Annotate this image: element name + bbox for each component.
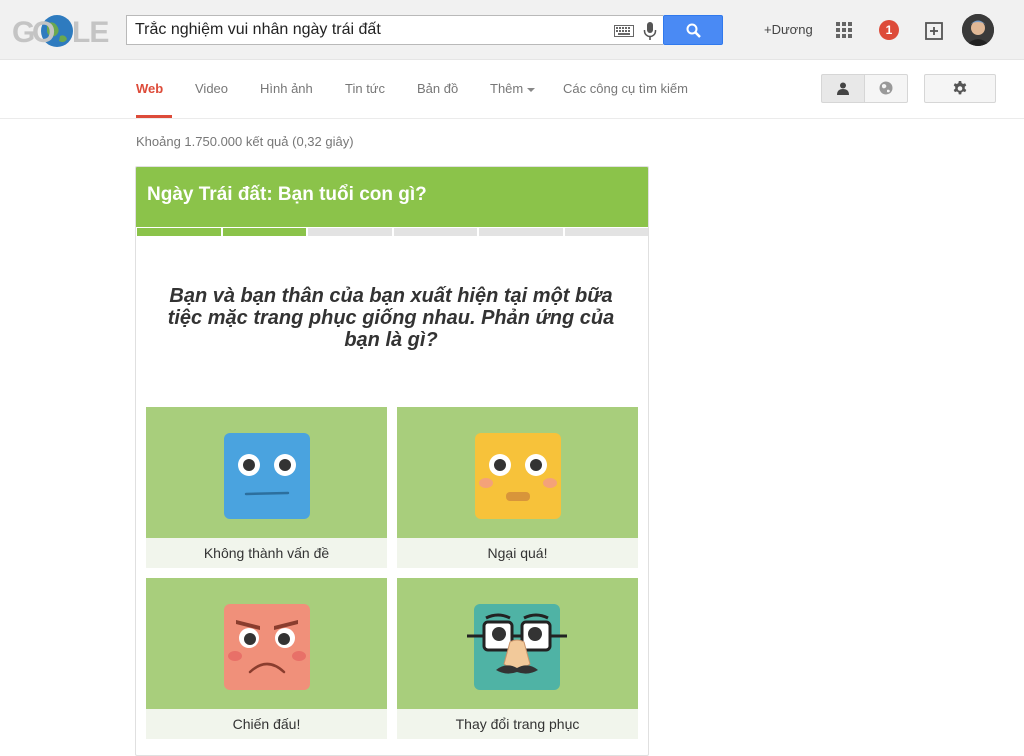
tab-video[interactable]: Video	[195, 81, 228, 96]
quiz-progress-bar	[137, 228, 648, 236]
notification-badge[interactable]: 1	[879, 20, 899, 40]
chevron-down-icon	[527, 87, 536, 92]
profile-name-link[interactable]: +Dương	[764, 22, 813, 37]
tab-search-tools[interactable]: Các công cụ tìm kiếm	[563, 81, 688, 96]
progress-segment-pending	[564, 228, 648, 236]
tab-more[interactable]: Thêm	[490, 81, 536, 96]
svg-text:LE: LE	[72, 16, 108, 49]
gear-icon	[953, 81, 967, 95]
share-plus-icon[interactable]	[925, 20, 945, 40]
tab-web[interactable]: Web	[136, 81, 163, 96]
microphone-icon[interactable]	[643, 21, 657, 41]
quiz-question: Bạn và bạn thân của bạn xuất hiện tại mộ…	[167, 285, 615, 351]
tab-images[interactable]: Hình ảnh	[260, 81, 313, 96]
keyboard-icon[interactable]	[614, 25, 634, 37]
quiz-title: Ngày Trái đất: Bạn tuổi con gì?	[147, 184, 427, 205]
person-icon	[837, 82, 849, 95]
answer-label: Ngại quá!	[397, 538, 638, 568]
progress-segment-pending	[393, 228, 477, 236]
answer-label: Thay đổi trang phục	[397, 709, 638, 739]
search-input[interactable]	[135, 16, 605, 44]
personal-results-toggle[interactable]	[821, 74, 865, 103]
apps-grid-icon[interactable]	[836, 22, 852, 38]
answer-label: Không thành vấn đề	[146, 538, 387, 568]
teal-disguise-face-icon	[467, 604, 567, 690]
answer-label: Chiến đấu!	[146, 709, 387, 739]
tab-news[interactable]: Tin tức	[345, 81, 385, 96]
svg-text:G: G	[12, 16, 34, 49]
tab-more-label: Thêm	[490, 81, 524, 96]
answer-option-4[interactable]: Thay đổi trang phục	[397, 578, 638, 739]
progress-segment-pending	[479, 228, 563, 236]
answer-option-1[interactable]: Không thành vấn đề	[146, 407, 387, 568]
quiz-card: Ngày Trái đất: Bạn tuổi con gì? Bạn và b…	[135, 166, 649, 756]
progress-segment-pending	[308, 228, 392, 236]
active-tab-indicator	[136, 115, 172, 118]
progress-segment-complete	[222, 228, 306, 236]
top-bar: G LE O +Dương 1	[0, 0, 1024, 60]
answer-option-2[interactable]: Ngại quá!	[397, 407, 638, 568]
red-angry-face-icon	[224, 604, 310, 690]
avatar[interactable]	[962, 14, 994, 46]
tab-maps[interactable]: Bản đồ	[417, 81, 458, 96]
search-box	[126, 15, 663, 45]
progress-segment-complete	[137, 228, 221, 236]
google-earth-doodle-logo[interactable]: G LE O	[12, 12, 110, 50]
quiz-header: Ngày Trái đất: Bạn tuổi con gì?	[136, 167, 648, 227]
globe-icon	[879, 81, 893, 95]
settings-button[interactable]	[924, 74, 996, 103]
blue-neutral-face-icon	[224, 433, 310, 519]
yellow-shy-face-icon	[475, 433, 561, 519]
result-stats: Khoảng 1.750.000 kết quả (0,32 giây)	[136, 134, 354, 149]
svg-text:O: O	[32, 16, 55, 49]
search-icon	[686, 23, 701, 38]
search-button[interactable]	[663, 15, 723, 45]
answer-option-3[interactable]: Chiến đấu!	[146, 578, 387, 739]
global-results-toggle[interactable]	[864, 74, 908, 103]
